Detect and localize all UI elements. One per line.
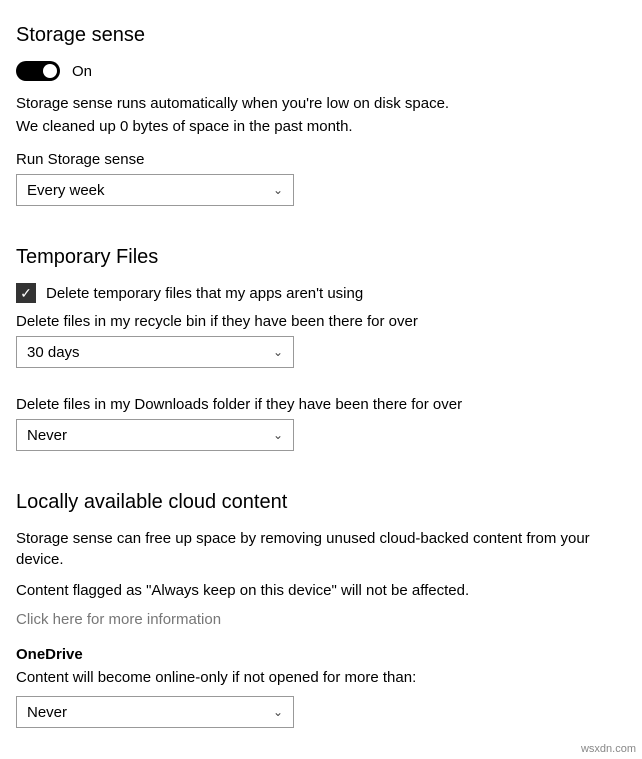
toggle-knob-icon [43,64,57,78]
downloads-value: Never [27,427,67,444]
chevron-down-icon: ⌄ [273,183,283,197]
recycle-bin-value: 30 days [27,344,80,361]
cloud-desc1: Storage sense can free up space by remov… [16,528,626,570]
run-storage-sense-label: Run Storage sense [16,151,626,168]
storage-sense-toggle-row: On [16,61,626,81]
storage-sense-toggle[interactable] [16,61,60,81]
delete-temp-files-label: Delete temporary files that my apps aren… [46,285,363,302]
chevron-down-icon: ⌄ [273,428,283,442]
delete-temp-files-checkbox[interactable]: ✓ [16,283,36,303]
watermark: wsxdn.com [581,743,636,755]
cloud-content-title: Locally available cloud content [16,491,626,514]
onedrive-select[interactable]: Never ⌄ [16,696,294,728]
downloads-label: Delete files in my Downloads folder if t… [16,396,626,413]
checkmark-icon: ✓ [20,286,32,300]
temporary-files-section: Temporary Files ✓ Delete temporary files… [16,246,626,451]
storage-sense-section: Storage sense On Storage sense runs auto… [16,24,626,206]
storage-sense-title: Storage sense [16,24,626,47]
onedrive-value: Never [27,704,67,721]
storage-sense-desc2: We cleaned up 0 bytes of space in the pa… [16,116,626,137]
downloads-select[interactable]: Never ⌄ [16,419,294,451]
temporary-files-title: Temporary Files [16,246,626,269]
recycle-bin-label: Delete files in my recycle bin if they h… [16,313,626,330]
cloud-content-section: Locally available cloud content Storage … [16,491,626,728]
onedrive-desc: Content will become online-only if not o… [16,667,626,688]
run-storage-sense-value: Every week [27,182,105,199]
onedrive-title: OneDrive [16,646,626,663]
chevron-down-icon: ⌄ [273,345,283,359]
cloud-more-info-link[interactable]: Click here for more information [16,611,626,628]
storage-sense-toggle-label: On [72,63,92,80]
storage-sense-desc1: Storage sense runs automatically when yo… [16,93,626,114]
recycle-bin-select[interactable]: 30 days ⌄ [16,336,294,368]
run-storage-sense-select[interactable]: Every week ⌄ [16,174,294,206]
delete-temp-files-row: ✓ Delete temporary files that my apps ar… [16,283,626,303]
cloud-desc2: Content flagged as "Always keep on this … [16,580,626,601]
chevron-down-icon: ⌄ [273,705,283,719]
